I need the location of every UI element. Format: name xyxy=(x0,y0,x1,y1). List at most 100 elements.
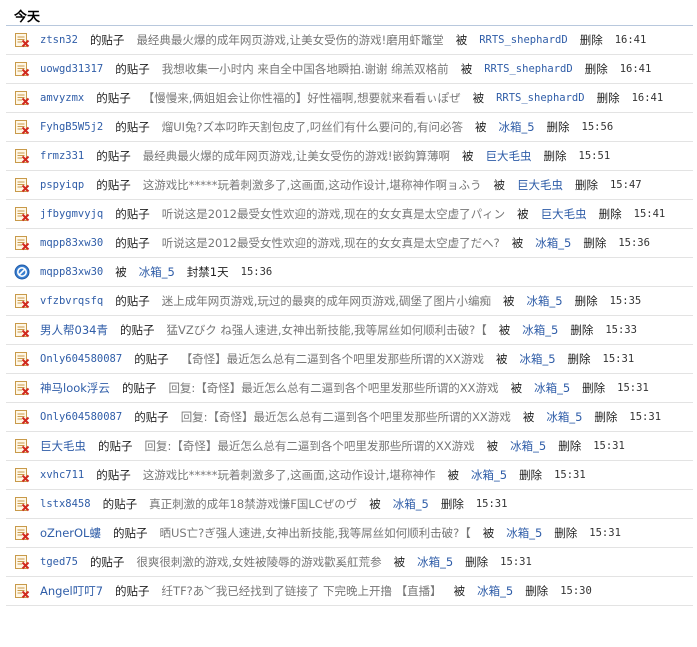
author-link[interactable]: frmz331 xyxy=(40,150,84,162)
post-of-label: 的贴子 xyxy=(89,33,125,47)
post-of-label: 的贴子 xyxy=(96,468,131,482)
log-time: 15:33 xyxy=(605,324,637,336)
log-row: tged75 的贴子 很爽很刺激的游戏,女姓被陵辱的游戏歡奚舡荒参 被 冰箱_5… xyxy=(6,548,693,577)
ban-action: 封禁1天 xyxy=(186,265,229,279)
by-label: 被 xyxy=(522,410,535,424)
delete-post-icon xyxy=(14,235,30,251)
post-title: 听说这是2012最受女性欢迎的游戏,现在的女女真是太空虚了だへ? xyxy=(161,236,500,250)
operator-link[interactable]: 冰箱_5 xyxy=(139,264,175,280)
delete-action-label: 删除 xyxy=(519,468,543,482)
by-label: 被 xyxy=(503,294,515,308)
operator-link[interactable]: 冰箱_5 xyxy=(393,496,429,512)
delete-post-icon xyxy=(14,380,30,396)
log-row: mqpp83xw30 被 冰箱_5 封禁1天 15:36 xyxy=(6,258,693,287)
delete-post-icon xyxy=(14,148,30,164)
log-row: 巨大毛虫 的贴子 回复:【奇怪】最近怎么总有二逼到各个吧里发那些所谓的XX游戏 … xyxy=(6,432,693,461)
operator-link[interactable]: 冰箱_5 xyxy=(471,467,507,483)
delete-post-icon xyxy=(14,409,30,425)
ban-icon xyxy=(14,264,30,280)
by-label: 被 xyxy=(462,149,474,163)
operator-link[interactable]: 冰箱_5 xyxy=(417,554,453,570)
by-label: 被 xyxy=(510,381,523,395)
operator-link[interactable]: 冰箱_5 xyxy=(535,235,571,251)
by-label: 被 xyxy=(493,178,505,192)
by-label: 被 xyxy=(453,584,466,598)
author-link[interactable]: tged75 xyxy=(40,556,78,568)
delete-post-icon xyxy=(14,351,30,367)
author-link[interactable]: mqpp83xw30 xyxy=(40,237,103,249)
operator-link[interactable]: 冰箱_5 xyxy=(522,322,558,338)
log-row: pspyiqp 的贴子 这游戏比*****玩着刺激多了,这画面,这动作设计,堪称… xyxy=(6,171,693,200)
author-link[interactable]: 男人帮034青 xyxy=(40,322,108,338)
log-row: amvyzmx 的贴子 【慢慢来,俩姐姐会让你性福的】好性福啊,想要就来看看ぃぽ… xyxy=(6,84,693,113)
post-title: 我想收集一小时内 来自全中国各地瞬拍.谢谢 绵羔双格前 xyxy=(161,62,449,76)
author-link[interactable]: Only604580087 xyxy=(40,411,122,423)
delete-post-icon xyxy=(14,467,30,483)
post-of-label: 的贴子 xyxy=(96,149,131,163)
author-link[interactable]: xvhc711 xyxy=(40,469,84,481)
operator-link[interactable]: 冰箱_5 xyxy=(527,293,563,309)
author-link[interactable]: oZnerOL螻 xyxy=(40,525,101,541)
author-link[interactable]: 巨大毛虫 xyxy=(40,438,86,454)
author-link[interactable]: amvyzmx xyxy=(40,92,84,104)
operator-link[interactable]: 巨大毛虫 xyxy=(486,148,532,164)
delete-action-label: 删除 xyxy=(596,91,620,105)
delete-action-label: 删除 xyxy=(567,352,591,366)
delete-action-label: 删除 xyxy=(554,526,578,540)
by-label: 被 xyxy=(495,352,508,366)
operator-link[interactable]: 冰箱_5 xyxy=(498,119,534,135)
delete-action-label: 删除 xyxy=(574,178,598,192)
delete-action-label: 删除 xyxy=(525,584,549,598)
operator-link[interactable]: 冰箱_5 xyxy=(519,351,555,367)
author-link[interactable]: uowgd31317 xyxy=(40,63,103,75)
post-of-label: 的贴子 xyxy=(121,381,157,395)
section-title: 今天 xyxy=(14,10,41,25)
log-time: 15:41 xyxy=(633,208,666,220)
author-link[interactable]: lstx8458 xyxy=(40,498,91,510)
post-of-label: 的贴子 xyxy=(115,120,150,134)
author-link[interactable]: ztsn32 xyxy=(40,34,78,46)
delete-post-icon xyxy=(14,583,30,599)
author-link[interactable]: Only604580087 xyxy=(40,353,122,365)
author-link[interactable]: 神马look浮云 xyxy=(40,380,110,396)
post-title: 很爽很刺激的游戏,女姓被陵辱的游戏歡奚舡荒参 xyxy=(136,555,382,569)
author-link[interactable]: pspyiqp xyxy=(40,179,84,191)
post-title: 猛VZびク ね强人速进,女神出新技能,我等屌丝如何顺利击破?【 xyxy=(166,323,487,337)
operator-link[interactable]: RRTS_shephardD xyxy=(484,63,573,75)
delete-post-icon xyxy=(14,61,30,77)
delete-post-icon xyxy=(14,438,30,454)
operator-link[interactable]: RRTS_shephardD xyxy=(479,34,568,46)
author-link[interactable]: jfbygmvyjq xyxy=(40,208,103,220)
log-time: 15:47 xyxy=(609,179,642,191)
by-label: 被 xyxy=(517,207,529,221)
author-link[interactable]: FyhgB5W5j2 xyxy=(40,121,103,133)
delete-post-icon xyxy=(14,177,30,193)
post-title: 晒US亡?ぎ强人速进,女神出新技能,我等屌丝如何顺利击破?【 xyxy=(159,526,471,540)
delete-post-icon xyxy=(14,322,30,338)
author-link[interactable]: mqpp83xw30 xyxy=(40,266,103,278)
operator-link[interactable]: 巨大毛虫 xyxy=(517,177,563,193)
delete-post-icon xyxy=(14,293,30,309)
delete-action-label: 删除 xyxy=(546,120,570,134)
delete-post-icon xyxy=(14,90,30,106)
by-label: 被 xyxy=(498,323,511,337)
author-link[interactable]: vfzbvrqsfq xyxy=(40,295,103,307)
post-of-label: 的贴子 xyxy=(115,584,150,598)
by-label: 被 xyxy=(486,439,499,453)
post-title: 真正刺激的成年18禁游戏慊F国LCぜのヴ xyxy=(149,497,358,511)
operator-link[interactable]: RRTS_shephardD xyxy=(496,92,585,104)
operator-link[interactable]: 巨大毛虫 xyxy=(541,206,587,222)
operator-link[interactable]: 冰箱_5 xyxy=(534,380,570,396)
log-row: xvhc711 的贴子 这游戏比*****玩着刺激多了,这画面,这动作设计,堪称… xyxy=(6,461,693,490)
operator-link[interactable]: 冰箱_5 xyxy=(477,583,513,599)
log-row: oZnerOL螻 的贴子 晒US亡?ぎ强人速进,女神出新技能,我等屌丝如何顺利击… xyxy=(6,519,693,548)
post-title: 回复:【奇怪】最近怎么总有二逼到各个吧里发那些所谓的XX游戏 xyxy=(144,439,475,453)
author-link[interactable]: Angel叮叮7 xyxy=(40,583,103,599)
log-row: jfbygmvyjq 的贴子 听说这是2012最受女性欢迎的游戏,现在的女女真是… xyxy=(6,200,693,229)
log-time: 15:31 xyxy=(617,382,649,394)
operator-link[interactable]: 冰箱_5 xyxy=(546,409,582,425)
post-of-label: 的贴子 xyxy=(112,526,148,540)
operator-link[interactable]: 冰箱_5 xyxy=(506,525,542,541)
operator-link[interactable]: 冰箱_5 xyxy=(510,438,546,454)
log-list: ztsn32 的贴子 最经典最火爆的成年网页游戏,让美女受伤的游戏!磨用虾鼈堂 … xyxy=(6,26,693,606)
